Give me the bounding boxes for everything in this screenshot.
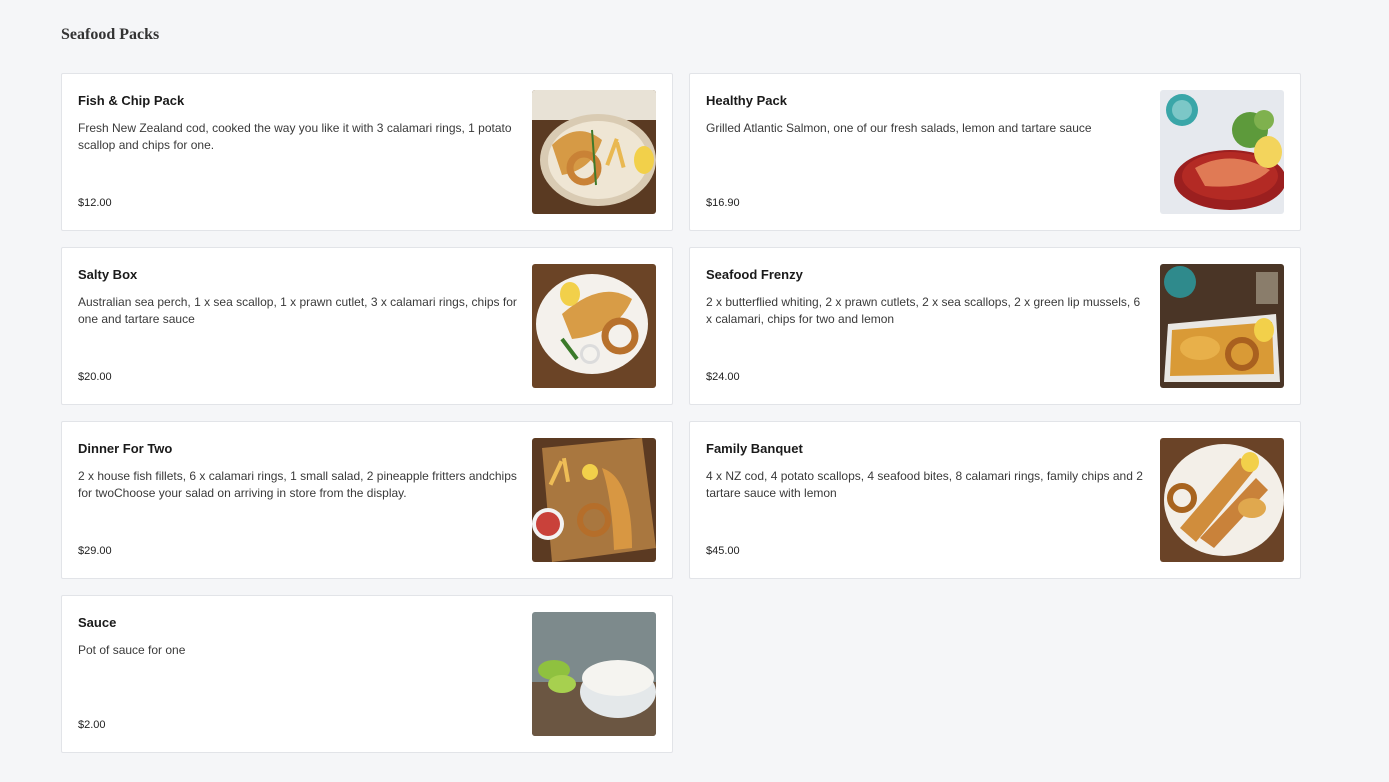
fish-and-chips-image	[532, 90, 656, 214]
menu-item-price: $2.00	[78, 719, 106, 731]
banquet-platter-image	[1160, 438, 1284, 562]
seafood-basket-image	[1160, 264, 1284, 388]
menu-item-title: Salty Box	[78, 267, 138, 282]
menu-item-body: Sauce Pot of sauce for one	[78, 615, 518, 659]
menu-item-body: Family Banquet 4 x NZ cod, 4 potato scal…	[706, 441, 1146, 502]
section-title: Seafood Packs	[61, 26, 160, 43]
menu-item-card[interactable]: Healthy Pack Grilled Atlantic Salmon, on…	[689, 73, 1301, 231]
menu-item-card[interactable]: Sauce Pot of sauce for one $2.00	[61, 595, 673, 753]
tartare-sauce-image	[532, 612, 656, 736]
menu-item-card[interactable]: Family Banquet 4 x NZ cod, 4 potato scal…	[689, 421, 1301, 579]
menu-item-card[interactable]: Fish & Chip Pack Fresh New Zealand cod, …	[61, 73, 673, 231]
menu-item-price: $24.00	[706, 371, 740, 383]
menu-item-title: Fish & Chip Pack	[78, 93, 185, 108]
menu-item-title: Sauce	[78, 615, 117, 630]
menu-item-title: Family Banquet	[706, 441, 803, 456]
menu-item-body: Seafood Frenzy 2 x butterflied whiting, …	[706, 267, 1146, 328]
menu-item-price: $29.00	[78, 545, 112, 557]
menu-item-card[interactable]: Dinner For Two 2 x house fish fillets, 6…	[61, 421, 673, 579]
menu-item-body: Healthy Pack Grilled Atlantic Salmon, on…	[706, 93, 1146, 137]
menu-item-price: $45.00	[706, 545, 740, 557]
salmon-salad-image	[1160, 90, 1284, 214]
menu-item-description: Grilled Atlantic Salmon, one of our fres…	[706, 121, 1092, 135]
menu-page: Seafood Packs Fish & Chip Pack Fresh New…	[0, 0, 1389, 782]
menu-item-description: Pot of sauce for one	[78, 643, 186, 657]
menu-item-title: Healthy Pack	[706, 93, 787, 108]
menu-item-description: 2 x house fish fillets, 6 x calamari rin…	[78, 469, 517, 500]
menu-item-description: Fresh New Zealand cod, cooked the way yo…	[78, 121, 512, 152]
menu-item-card[interactable]: Salty Box Australian sea perch, 1 x sea …	[61, 247, 673, 405]
fish-and-chips-plate-image	[532, 264, 656, 388]
menu-item-body: Salty Box Australian sea perch, 1 x sea …	[78, 267, 518, 328]
menu-item-title: Seafood Frenzy	[706, 267, 803, 282]
menu-item-body: Dinner For Two 2 x house fish fillets, 6…	[78, 441, 518, 502]
menu-item-description: Australian sea perch, 1 x sea scallop, 1…	[78, 295, 517, 326]
menu-grid: Fish & Chip Pack Fresh New Zealand cod, …	[61, 73, 1301, 753]
menu-item-price: $12.00	[78, 197, 112, 209]
menu-item-description: 2 x butterflied whiting, 2 x prawn cutle…	[706, 295, 1141, 326]
menu-item-title: Dinner For Two	[78, 441, 173, 456]
dinner-board-image	[532, 438, 656, 562]
menu-item-price: $16.90	[706, 197, 740, 209]
menu-item-card[interactable]: Seafood Frenzy 2 x butterflied whiting, …	[689, 247, 1301, 405]
menu-item-price: $20.00	[78, 371, 112, 383]
menu-item-description: 4 x NZ cod, 4 potato scallops, 4 seafood…	[706, 469, 1143, 500]
menu-item-body: Fish & Chip Pack Fresh New Zealand cod, …	[78, 93, 518, 154]
